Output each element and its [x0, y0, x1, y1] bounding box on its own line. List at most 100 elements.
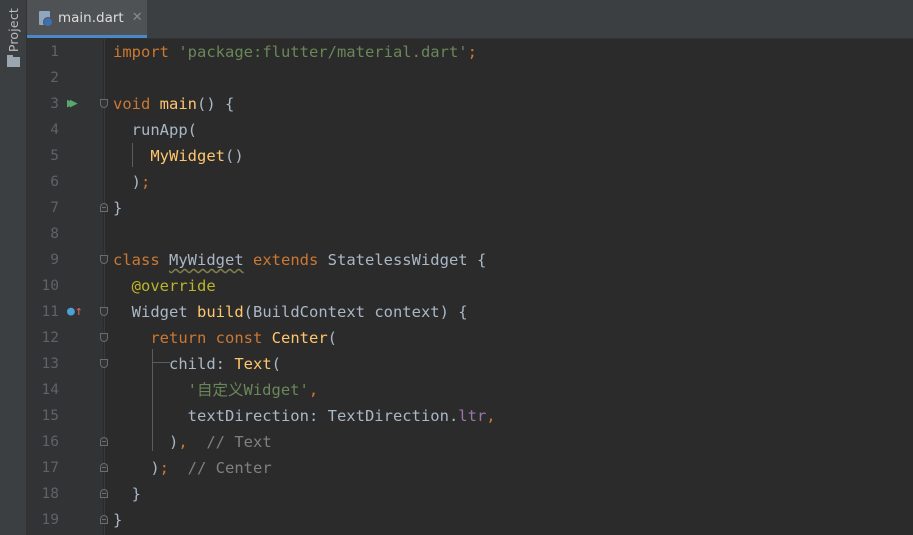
code-token: ; [141, 173, 151, 191]
code-text: textDirection: TextDirection.ltr, [113, 403, 496, 429]
line-number: 10 [41, 278, 59, 294]
code-text: class MyWidget extends StatelessWidget { [113, 247, 486, 273]
code-text: ); // Center [113, 455, 272, 481]
code-line[interactable]: 13 child: Text( [27, 351, 913, 377]
code-token: // Center [169, 459, 272, 477]
line-number: 5 [50, 148, 59, 164]
code-token: StatelessWidget { [327, 251, 487, 269]
close-icon[interactable]: ✕ [132, 10, 143, 25]
fold-marker-icon[interactable] [100, 255, 108, 264]
fold-marker-icon[interactable] [100, 463, 108, 472]
fold-marker-icon[interactable] [100, 515, 108, 524]
dart-file-icon [39, 10, 53, 27]
code-text: } [113, 507, 122, 533]
code-text: return const Center( [113, 325, 337, 351]
code-token: , [178, 433, 188, 451]
code-token: (BuildContext context) { [243, 303, 468, 321]
code-line[interactable]: 5 MyWidget() [27, 143, 913, 169]
code-token: // Text [187, 433, 272, 451]
code-line[interactable]: 6 ); [27, 169, 913, 195]
code-token: ; [467, 43, 477, 61]
code-line[interactable]: 9 class MyWidget extends StatelessWidget … [27, 247, 913, 273]
fold-marker-icon[interactable] [100, 437, 108, 446]
line-number: 14 [41, 382, 59, 398]
code-line[interactable]: 18 } [27, 481, 913, 507]
code-text: child: Text( [113, 351, 281, 377]
code-line[interactable]: 4 runApp( [27, 117, 913, 143]
line-number: 2 [50, 70, 59, 86]
left-tool-strip: Project [0, 0, 27, 535]
code-text: } [113, 195, 122, 221]
code-line[interactable]: 17 ); // Center [27, 455, 913, 481]
fold-marker-icon[interactable] [100, 333, 108, 342]
line-number: 16 [41, 434, 59, 450]
code-line[interactable]: 12 return const Center( [27, 325, 913, 351]
fold-marker-icon[interactable] [100, 359, 108, 368]
code-line[interactable]: 7} [27, 195, 913, 221]
run-icon[interactable]: ▶▶ [67, 91, 77, 117]
code-line[interactable]: 19} [27, 507, 913, 533]
line-number: 3 [50, 96, 59, 112]
code-token: ( [327, 329, 337, 347]
fold-marker-icon[interactable] [100, 489, 108, 498]
fold-marker-icon[interactable] [100, 307, 108, 316]
code-line[interactable]: 2 [27, 65, 913, 91]
line-number: 6 [50, 174, 59, 190]
code-line[interactable]: 10 @override [27, 273, 913, 299]
code-token: extends [243, 251, 328, 269]
code-token: Text [234, 355, 272, 373]
project-tool-tab[interactable]: Project [0, 8, 26, 84]
file-tab-main-dart[interactable]: main.dart ✕ [27, 0, 147, 38]
code-token: () { [197, 95, 235, 113]
code-token: ) [113, 173, 141, 191]
code-text: Widget build(BuildContext context) { [113, 299, 468, 325]
code-token: build [197, 303, 244, 321]
file-tab-label: main.dart [58, 9, 124, 26]
code-text: ), // Text [113, 429, 272, 455]
line-number: 12 [41, 330, 59, 346]
code-line[interactable]: 3 ▶▶ void main() { [27, 91, 913, 117]
code-line[interactable]: 16 ), // Text [27, 429, 913, 455]
code-text: runApp( [113, 117, 197, 143]
code-token: @override [131, 277, 216, 295]
code-token: MyWidget [169, 251, 244, 269]
code-token: child: [150, 355, 235, 373]
code-text: ); [113, 169, 151, 195]
code-text: void main() { [113, 91, 234, 117]
code-line[interactable]: 1 import 'package:flutter/material.dart'; [27, 39, 913, 65]
line-number: 15 [41, 408, 59, 424]
fold-marker-icon[interactable] [100, 203, 108, 212]
line-number: 17 [41, 460, 59, 476]
line-number: 18 [41, 486, 59, 502]
line-number: 9 [50, 252, 59, 268]
code-token: return const [150, 329, 272, 347]
code-token: ) [113, 433, 179, 451]
code-token: class [113, 251, 169, 269]
code-line[interactable]: 15 textDirection: TextDirection.ltr, [27, 403, 913, 429]
fold-marker-icon[interactable] [100, 99, 108, 108]
code-token: Center [271, 329, 328, 347]
code-token: } [113, 485, 141, 503]
code-token: ; [159, 459, 170, 477]
code-line[interactable]: 14 '自定义Widget', [27, 377, 913, 403]
code-token: 'package:flutter/material.dart' [178, 43, 468, 61]
line-number: 1 [50, 44, 59, 60]
code-token: } [113, 511, 123, 529]
code-token: ltr [458, 407, 487, 425]
code-text: } [113, 481, 141, 507]
code-line[interactable]: 11 ●↑ Widget build(BuildContext context) … [27, 299, 913, 325]
code-token: import [113, 43, 179, 61]
override-icon[interactable]: ●↑ [67, 299, 83, 325]
line-number: 19 [41, 512, 59, 528]
line-number: 7 [50, 200, 59, 216]
code-text: '自定义Widget', [113, 377, 319, 403]
code-token: ) [113, 459, 160, 477]
code-line[interactable]: 8 [27, 221, 913, 247]
code-token: void [113, 95, 160, 113]
code-token: MyWidget [150, 147, 225, 165]
code-token: ( [271, 355, 281, 373]
line-number: 11 [41, 304, 59, 320]
